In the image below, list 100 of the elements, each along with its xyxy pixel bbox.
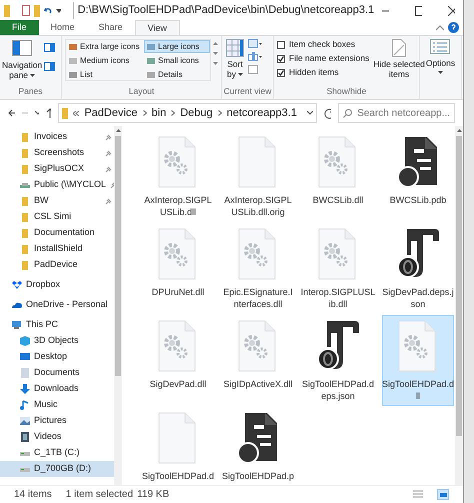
details-view-icon[interactable] — [413, 490, 423, 499]
sidebar-item[interactable]: Videos — [0, 429, 114, 445]
layout-option[interactable]: Small icons — [144, 54, 210, 67]
file-item[interactable]: BWCSLib.dll — [302, 131, 374, 222]
sidebar-item[interactable]: This PC — [0, 317, 114, 333]
close-icon[interactable] — [448, 6, 455, 16]
scroll-up-icon — [116, 129, 120, 132]
sidebar-item[interactable]: BW — [0, 193, 114, 209]
group-label: Layout — [128, 85, 156, 97]
recent-locations-icon[interactable] — [35, 111, 40, 115]
file-item[interactable]: SigToolEHDPad.p — [222, 407, 294, 485]
sidebar-item[interactable]: Dropbox — [0, 277, 114, 293]
scrollbar[interactable] — [114, 126, 122, 485]
sidebar-item[interactable]: Music — [0, 397, 114, 413]
file-item[interactable]: DPUruNet.dll — [142, 223, 214, 314]
ribbon-tab[interactable]: Home — [38, 20, 87, 35]
sidebar-item[interactable]: C_1TB (C:) — [0, 445, 114, 461]
file-item[interactable]: AxInterop.SIGPL USLib.dll.orig — [222, 131, 294, 222]
address-field[interactable]: PadDevice bin Debug netcoreapp3.1 — [58, 103, 317, 123]
sidebar-item[interactable]: Desktop — [0, 349, 114, 365]
checkbox[interactable]: Item check boxes — [277, 39, 370, 50]
ribbon-tab[interactable]: View — [134, 20, 180, 35]
sidebar-item[interactable]: Public (\\MYCLOL — [0, 177, 114, 193]
ribbon-tab[interactable]: File — [0, 20, 39, 35]
file-item[interactable]: BWCSLib.pdb — [382, 131, 454, 222]
back-icon[interactable] — [8, 109, 15, 117]
sidebar-item[interactable]: OneDrive - Personal — [0, 297, 114, 313]
desktop-icon — [20, 352, 30, 362]
ribbon-tab[interactable]: Share — [86, 20, 135, 35]
layout-option[interactable]: Extra large icons — [66, 40, 144, 53]
checkmark-icon — [278, 70, 284, 76]
selection-status: 1 item selected — [66, 488, 134, 502]
maximize-icon[interactable] — [415, 6, 422, 16]
sidebar-item[interactable]: Documents — [0, 365, 114, 381]
file-item[interactable]: SigDevPad.deps.j son — [382, 223, 454, 314]
sidebar-item[interactable]: Invoices — [0, 129, 114, 145]
details-pane-icon[interactable] — [44, 62, 56, 71]
selection-size: 119 KB — [137, 488, 170, 502]
collapse-ribbon-icon[interactable] — [436, 25, 444, 31]
layout-option[interactable]: Large icons — [144, 40, 210, 53]
file-item[interactable]: Interop.SIGPLUSL ib.dll — [302, 223, 374, 314]
sidebar-item[interactable]: Downloads — [0, 381, 114, 397]
breadcrumb[interactable]: Debug — [180, 104, 213, 122]
help-icon[interactable] — [448, 22, 459, 33]
add-columns-icon[interactable] — [248, 52, 262, 61]
search-field[interactable]: Search netcoreapp... — [338, 103, 456, 123]
hide-document-icon — [392, 39, 406, 57]
group-label: Panes — [17, 85, 44, 97]
up-icon[interactable] — [46, 108, 52, 118]
layout-option[interactable]: Medium icons — [66, 54, 144, 67]
file-item[interactable]: SigToolEHDPad.d eps.json — [302, 315, 374, 406]
options-button[interactable]: Options — [426, 39, 456, 74]
dropdown-icon[interactable] — [56, 8, 61, 12]
hide-selected-items-button[interactable]: Hide selected items — [373, 39, 425, 85]
breadcrumb[interactable]: netcoreapp3.1 — [226, 104, 297, 122]
history-dropdown-icon — [306, 111, 313, 115]
file-item[interactable]: Epic.ESignature.I nterfaces.dll — [222, 223, 294, 314]
documents-icon — [20, 368, 30, 378]
file-item[interactable]: SigToolEHDPad.d ll — [382, 315, 454, 406]
sidebar-item[interactable]: Screenshots — [0, 145, 114, 161]
preview-pane-icon[interactable] — [44, 43, 56, 52]
scroll-down-icon[interactable] — [213, 52, 218, 55]
group-by-icon[interactable] — [248, 39, 262, 48]
sidebar-item[interactable]: CSL Simi — [0, 209, 114, 225]
checkbox[interactable]: File name extensions — [277, 53, 370, 64]
videos-icon — [20, 432, 30, 442]
navigation-pane-icon — [12, 40, 32, 56]
size-columns-icon[interactable] — [248, 65, 258, 74]
dropdown-icon — [30, 74, 36, 76]
navigation-pane-button[interactable]: Navigation pane — [2, 40, 42, 85]
scrollbar[interactable] — [455, 126, 463, 485]
sidebar-item[interactable]: Pictures — [0, 413, 114, 429]
item-count: 14 items — [14, 488, 52, 502]
large-icons-view-icon[interactable] — [437, 489, 449, 500]
downloads-icon — [20, 384, 30, 394]
sidebar-item[interactable]: Documentation — [0, 225, 114, 241]
layout-option[interactable]: List — [66, 68, 144, 81]
sidebar-item[interactable]: D_700GB (D:) — [0, 461, 114, 477]
folder-icon — [62, 108, 68, 118]
window-title: D:\BW\SigToolEHDPad\PadDevice\bin\Debug\netcoreapp3.1 — [72, 2, 374, 19]
more-icon[interactable] — [213, 62, 218, 65]
breadcrumb[interactable]: bin — [152, 104, 166, 122]
file-item[interactable]: SigDevPad.dll — [142, 315, 214, 406]
cube-icon — [20, 336, 30, 346]
breadcrumb[interactable]: PadDevice — [84, 104, 138, 122]
sidebar-item[interactable]: InstallShield — [0, 241, 114, 257]
properties-icon[interactable] — [22, 5, 30, 16]
dropdown-icon — [438, 71, 443, 74]
sidebar-item[interactable]: PadDevice — [0, 257, 114, 273]
sort-by-button[interactable]: Sort by — [226, 39, 244, 85]
file-item[interactable]: SigToolEHDPad.d — [142, 407, 214, 485]
checkbox[interactable]: Hidden items — [277, 67, 370, 78]
refresh-icon[interactable] — [324, 108, 332, 118]
file-item[interactable]: SigIDpActiveX.dll — [222, 315, 294, 406]
sidebar-item[interactable]: 3D Objects — [0, 333, 114, 349]
scroll-up-icon[interactable] — [213, 42, 218, 45]
overflow-icon — [73, 110, 80, 116]
sidebar-item[interactable]: SigPlusOCX — [0, 161, 114, 177]
layout-option[interactable]: Details — [144, 68, 210, 81]
file-item[interactable]: AxInterop.SIGPL USLib.dll — [142, 131, 214, 222]
